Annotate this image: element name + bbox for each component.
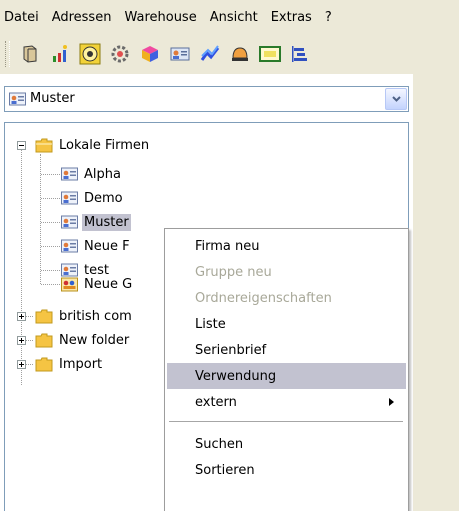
address-card-icon <box>61 167 78 181</box>
tree-label: Alpha <box>84 166 121 182</box>
toolbar <box>0 34 459 74</box>
tree-item-neue-g[interactable]: Neue G <box>61 272 134 296</box>
right-panel-background <box>413 74 459 511</box>
letter-icon[interactable] <box>255 39 285 69</box>
helmet-icon[interactable] <box>225 39 255 69</box>
tree-connector <box>26 364 33 365</box>
tree-label: Neue G <box>84 276 133 292</box>
tree-item-muster[interactable]: Muster <box>61 210 131 234</box>
tree-label: Lokale Firmen <box>59 137 150 153</box>
folder-open-icon <box>35 138 53 152</box>
tree-expand-toggle[interactable] <box>17 360 26 369</box>
sparkle-chart-icon[interactable] <box>45 39 75 69</box>
tree-connector <box>21 147 22 385</box>
menu-ansicht[interactable]: Ansicht <box>204 10 265 25</box>
tree-connector <box>41 198 60 199</box>
tree-label: Neue F <box>84 238 130 254</box>
address-card-icon[interactable] <box>165 39 195 69</box>
folder-icon <box>35 357 53 371</box>
menu-adressen[interactable]: Adressen <box>46 10 119 25</box>
address-card-icon <box>9 92 26 110</box>
tree-label: british com <box>59 308 132 324</box>
tree-folder-import[interactable]: Import <box>35 352 104 376</box>
address-card-icon <box>61 191 78 205</box>
tree-folder-british[interactable]: british com <box>35 304 134 328</box>
tree-folder-new-folder[interactable]: New folder <box>35 328 131 352</box>
menu-datei[interactable]: Datei <box>0 10 46 25</box>
gantt-icon[interactable] <box>285 39 315 69</box>
tree-item-alpha[interactable]: Alpha <box>61 162 123 186</box>
tree-label: New folder <box>59 332 130 348</box>
menu-item-ordnereigenschaften: Ordnereigenschaften <box>195 290 332 306</box>
target-icon[interactable] <box>75 39 105 69</box>
submenu-arrow-icon <box>389 398 394 406</box>
tree-label: Import <box>59 356 103 372</box>
menu-item-verwendung[interactable]: Verwendung <box>167 363 406 389</box>
context-menu: Firma neu Gruppe neu Ordnereigenschaften… <box>164 228 409 511</box>
menu-item-sortieren[interactable]: Sortieren <box>167 457 406 483</box>
tree-expand-toggle[interactable] <box>17 312 26 321</box>
tree-connector <box>41 174 60 175</box>
book-icon[interactable] <box>15 39 45 69</box>
menu-item-extern[interactable]: extern <box>167 389 406 415</box>
menu-item-serienbrief[interactable]: Serienbrief <box>167 337 406 363</box>
tree-connector <box>41 246 60 247</box>
chevron-down-icon[interactable] <box>385 88 407 110</box>
menu-item-firma-neu[interactable]: Firma neu <box>167 233 406 259</box>
menu-item-suchen[interactable]: Suchen <box>167 431 406 457</box>
tree-label: Demo <box>84 190 123 206</box>
menu-help[interactable]: ? <box>319 10 339 25</box>
line-chart-icon[interactable] <box>195 39 225 69</box>
gear-flower-icon[interactable] <box>105 39 135 69</box>
folder-icon <box>35 309 53 323</box>
menu-extras[interactable]: Extras <box>265 10 319 25</box>
tree-expand-toggle[interactable] <box>17 336 26 345</box>
tree-connector <box>41 270 60 271</box>
folder-icon <box>35 333 53 347</box>
menu-separator <box>169 421 403 422</box>
tree-item-demo[interactable]: Demo <box>61 186 125 210</box>
tree-folder-lokale-firmen[interactable]: Lokale Firmen <box>35 133 151 157</box>
tree-collapse-toggle[interactable] <box>17 141 26 150</box>
tree-connector <box>26 340 33 341</box>
tree-label-selected: Muster <box>82 213 131 231</box>
menu-warehouse[interactable]: Warehouse <box>118 10 203 25</box>
company-combobox[interactable]: Muster <box>4 86 409 112</box>
tree-connector <box>41 222 60 223</box>
menu-item-gruppe-neu: Gruppe neu <box>195 264 272 280</box>
tree-item-neue-f[interactable]: Neue F <box>61 234 132 258</box>
toolbar-grip[interactable] <box>5 41 10 67</box>
menu-bar: Datei Adressen Warehouse Ansicht Extras … <box>0 0 459 34</box>
combobox-value: Muster <box>30 91 75 106</box>
address-card-icon <box>61 215 78 229</box>
tree-connector <box>41 284 60 285</box>
address-card-icon <box>61 239 78 253</box>
tree-connector <box>26 316 33 317</box>
cube-icon[interactable] <box>135 39 165 69</box>
group-card-icon <box>61 277 78 291</box>
menu-item-liste[interactable]: Liste <box>167 311 406 337</box>
